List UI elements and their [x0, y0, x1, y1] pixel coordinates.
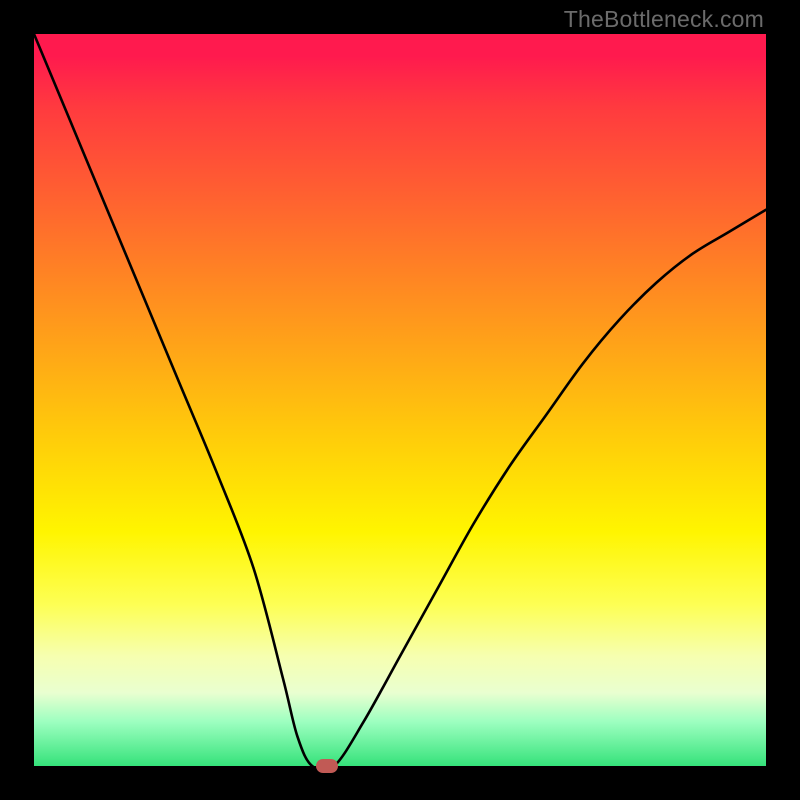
plot-area [34, 34, 766, 766]
watermark-text: TheBottleneck.com [564, 6, 764, 33]
chart-frame: TheBottleneck.com [0, 0, 800, 800]
optimal-point-marker [316, 759, 338, 773]
bottleneck-curve [34, 34, 766, 766]
